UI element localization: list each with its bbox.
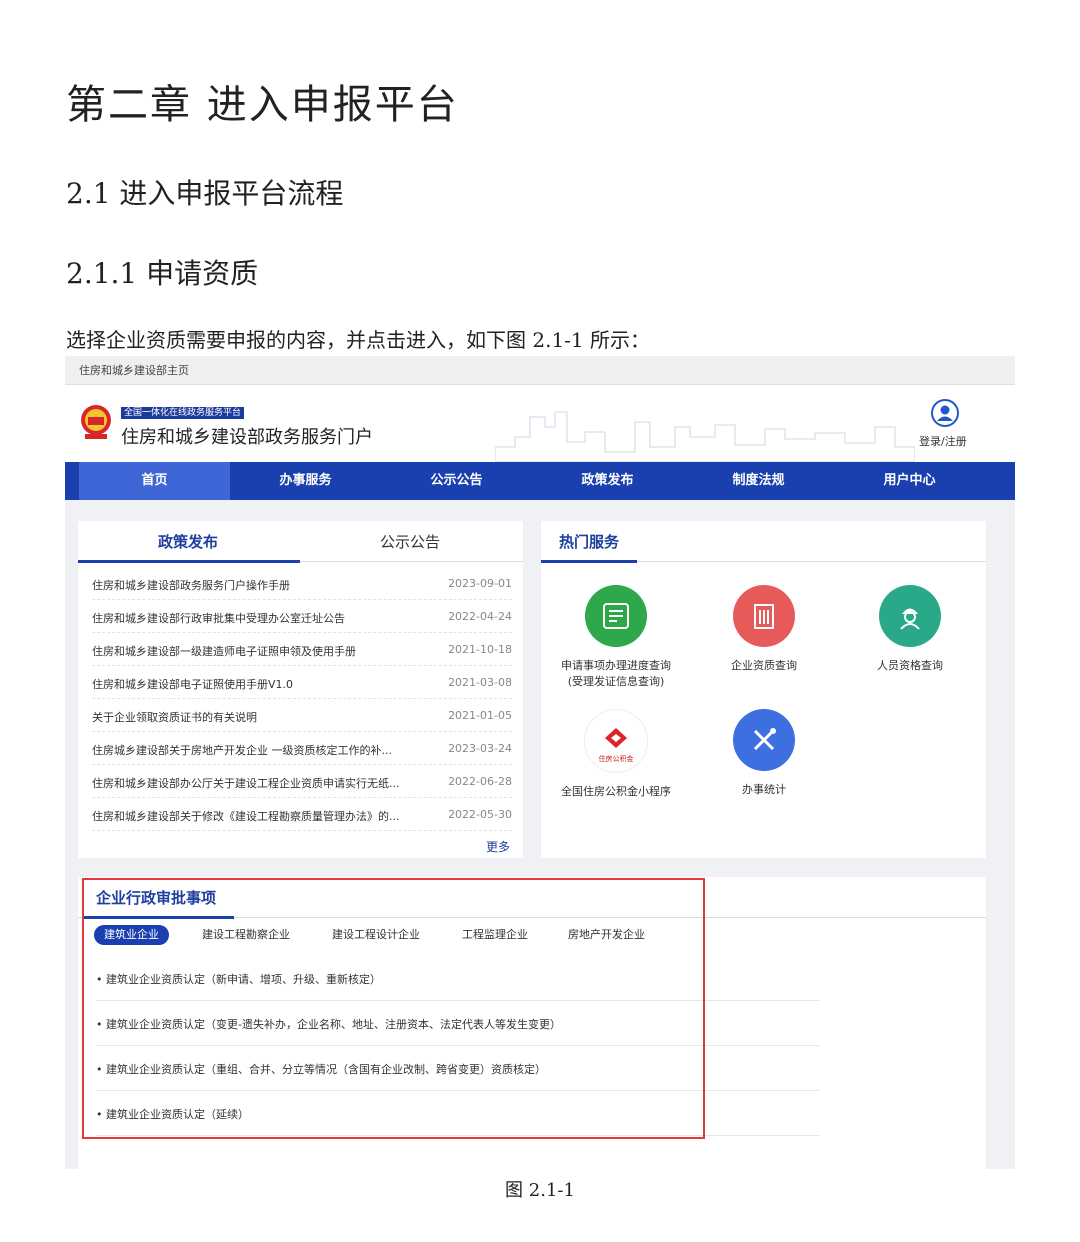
news-row[interactable]: 住房和城乡建设部行政审批集中受理办公室迁址公告 2022-04-24 xyxy=(92,599,512,633)
main-nav: 首页 办事服务 公示公告 政策发布 制度法规 用户中心 xyxy=(65,462,1015,500)
nav-regulations[interactable]: 制度法规 xyxy=(683,462,834,500)
service-statistics[interactable]: 办事统计 xyxy=(689,709,839,797)
service-housing-fund[interactable]: 住房公积金 全国住房公积金小程序 xyxy=(541,709,691,799)
user-avatar-icon[interactable] xyxy=(931,399,959,427)
service-label: 企业资质查询 xyxy=(731,659,797,672)
service-progress-query[interactable]: 申请事项办理进度查询 (受理发证信息查询) xyxy=(541,585,691,689)
service-label: 申请事项办理进度查询 xyxy=(561,659,671,672)
more-link[interactable]: 更多 xyxy=(486,838,510,855)
hot-services-panel: 热门服务 申请事项办理进度查询 (受理发证信息查询) 企业资质查询 人员资格查询 xyxy=(541,521,986,858)
news-row[interactable]: 住房城乡建设部关于房地产开发企业 一级资质核定工作的补... 2023-03-24 xyxy=(92,731,512,765)
skyline-decoration xyxy=(495,411,915,462)
services-title-underline xyxy=(541,560,637,563)
portal-tag: 全国一体化在线政务服务平台 xyxy=(121,407,245,419)
section-title: 2.1 进入申报平台流程 xyxy=(66,177,344,210)
service-personnel-query[interactable]: 人员资格查询 xyxy=(835,585,985,673)
tab-policy-release[interactable]: 政策发布 xyxy=(158,531,218,552)
highlight-box xyxy=(82,878,705,1139)
building-icon xyxy=(733,585,795,647)
nav-notices[interactable]: 公示公告 xyxy=(381,462,532,500)
ministry-home-link[interactable]: 住房和城乡建设部主页 xyxy=(79,362,189,378)
service-sublabel: (受理发证信息查询) xyxy=(567,675,665,688)
news-row[interactable]: 住房和城乡建设部电子证照使用手册V1.0 2021-03-08 xyxy=(92,665,512,699)
hot-services-title: 热门服务 xyxy=(559,533,620,551)
housing-fund-logo: 住房公积金 xyxy=(584,709,648,773)
service-qualification-query[interactable]: 企业资质查询 xyxy=(689,585,839,673)
login-register-link[interactable]: 登录/注册 xyxy=(919,433,967,449)
nav-services[interactable]: 办事服务 xyxy=(230,462,381,500)
tab-public-notice[interactable]: 公示公告 xyxy=(380,531,440,552)
portal-screenshot: 住房和城乡建设部主页 全国一体化在线政务服务平台 住房和城乡建设部政务服务门户 … xyxy=(65,356,1015,1169)
subsection-title: 2.1.1 申请资质 xyxy=(66,257,259,290)
nav-user-center[interactable]: 用户中心 xyxy=(834,462,985,500)
nav-home[interactable]: 首页 xyxy=(79,462,230,500)
service-label: 全国住房公积金小程序 xyxy=(561,785,671,798)
national-emblem-icon xyxy=(81,405,111,439)
figure-caption: 图 2.1-1 xyxy=(505,1180,575,1201)
portal-header: 全国一体化在线政务服务平台 住房和城乡建设部政务服务门户 登录/注册 xyxy=(65,385,1015,462)
news-row[interactable]: 住房和城乡建设部政务服务门户操作手册 2023-09-01 xyxy=(92,566,512,600)
tools-icon xyxy=(733,709,795,771)
news-row[interactable]: 住房和城乡建设部一级建造师电子证照申领及使用手册 2021-10-18 xyxy=(92,632,512,666)
news-row[interactable]: 住房和城乡建设部关于修改《建设工程勘察质量管理办法》的... 2022-05-30 xyxy=(92,797,512,831)
service-label: 人员资格查询 xyxy=(877,659,943,672)
form-icon xyxy=(585,585,647,647)
chapter-title: 第二章 进入申报平台 xyxy=(66,82,459,128)
active-tab-indicator xyxy=(78,560,300,563)
worker-icon xyxy=(879,585,941,647)
instruction-text: 选择企业资质需要申报的内容，并点击进入，如下图 2.1-1 所示： xyxy=(66,328,651,352)
portal-name: 住房和城乡建设部政务服务门户 xyxy=(121,427,373,448)
news-row[interactable]: 关于企业领取资质证书的有关说明 2021-01-05 xyxy=(92,698,512,732)
news-panel: 政策发布 公示公告 住房和城乡建设部政务服务门户操作手册 2023-09-01 住… xyxy=(78,521,523,858)
housing-fund-logo-text: 住房公积金 xyxy=(598,755,634,763)
news-row[interactable]: 住房和城乡建设部办公厅关于建设工程企业资质申请实行无纸... 2022-06-28 xyxy=(92,764,512,798)
nav-policy[interactable]: 政策发布 xyxy=(532,462,683,500)
service-label: 办事统计 xyxy=(742,783,786,796)
top-strip: 住房和城乡建设部主页 xyxy=(65,356,1015,385)
